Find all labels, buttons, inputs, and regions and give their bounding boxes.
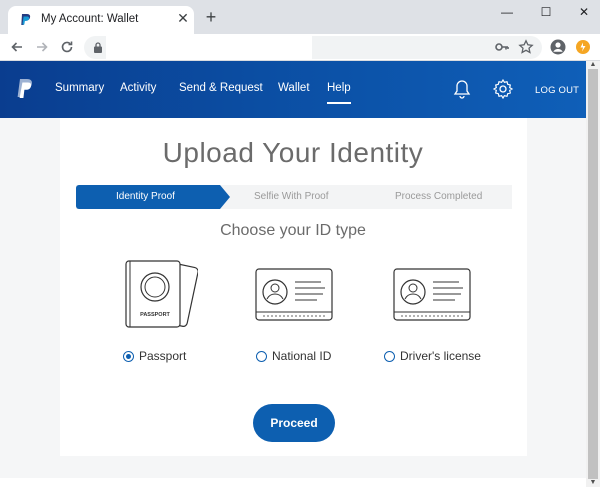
minimize-button[interactable]: — [496,4,518,20]
progress-steps: Identity Proof Selfie With Proof Process… [76,185,512,209]
passport-illustration-text: PASSPORT [140,312,170,318]
lock-icon [94,42,102,53]
scroll-up-arrow-icon[interactable]: ▲ [589,61,597,68]
new-tab-button[interactable]: + [202,8,220,26]
passport-option[interactable]: Passport [123,349,186,363]
scroll-down-arrow-icon[interactable]: ▼ [589,479,597,486]
nav-help[interactable]: Help [327,82,351,94]
proceed-button[interactable]: Proceed [253,404,335,442]
nav-summary[interactable]: Summary [55,82,104,94]
profile-avatar-icon[interactable] [550,39,566,55]
logout-link[interactable]: LOG OUT [535,85,579,96]
drivers-license-option[interactable]: Driver's license [384,349,481,363]
key-icon[interactable] [494,39,510,55]
page-title: Upload Your Identity [162,137,424,168]
step-identity-proof: Identity Proof [116,191,175,202]
scrollbar-thumb[interactable] [588,69,598,479]
tab-title: My Account: Wallet [41,13,139,25]
national-id-illustration-icon[interactable] [255,268,333,321]
close-tab-icon[interactable]: ✕ [175,10,191,26]
step-selfie-with-proof: Selfie With Proof [254,191,329,202]
close-window-button[interactable]: ✕ [573,4,595,20]
step-process-completed: Process Completed [395,191,483,202]
extension-icon[interactable] [575,39,591,55]
reload-icon[interactable] [59,39,75,55]
choose-id-title: Choose your ID type [220,222,366,239]
national-id-label: National ID [272,349,332,363]
bottom-edge [0,487,600,496]
back-arrow-icon[interactable] [9,39,25,55]
browser-tabbar: My Account: Wallet ✕ + — ☐ ✕ [0,0,600,34]
paypal-header: Summary Activity Send & Request Wallet H… [0,61,586,118]
maximize-button[interactable]: ☐ [535,4,557,20]
national-id-option[interactable]: National ID [256,349,331,363]
nav-activity[interactable]: Activity [120,82,156,94]
url-redacted-area [106,36,312,59]
drivers-license-label: Driver's license [400,349,481,363]
passport-label: Passport [139,349,187,363]
passport-radio[interactable] [123,350,134,362]
paypal-favicon-icon [21,14,31,25]
notification-bell-icon[interactable] [451,78,473,100]
passport-illustration-icon[interactable]: PASSPORT [124,260,198,330]
paypal-logo-icon[interactable] [14,77,36,101]
drivers-license-radio[interactable] [384,350,395,362]
active-nav-indicator [327,102,351,104]
browser-toolbar [0,34,600,61]
nav-wallet[interactable]: Wallet [278,82,310,94]
settings-gear-icon[interactable] [492,78,514,100]
nav-send-request[interactable]: Send & Request [179,82,263,94]
national-id-radio[interactable] [256,350,267,362]
address-bar[interactable] [84,36,542,59]
forward-arrow-icon[interactable] [34,39,50,55]
browser-tab[interactable]: My Account: Wallet ✕ [8,6,194,34]
drivers-license-illustration-icon[interactable] [393,268,471,321]
vertical-scrollbar[interactable]: ▲ ▼ [586,61,600,487]
bookmark-star-icon[interactable] [518,39,534,55]
